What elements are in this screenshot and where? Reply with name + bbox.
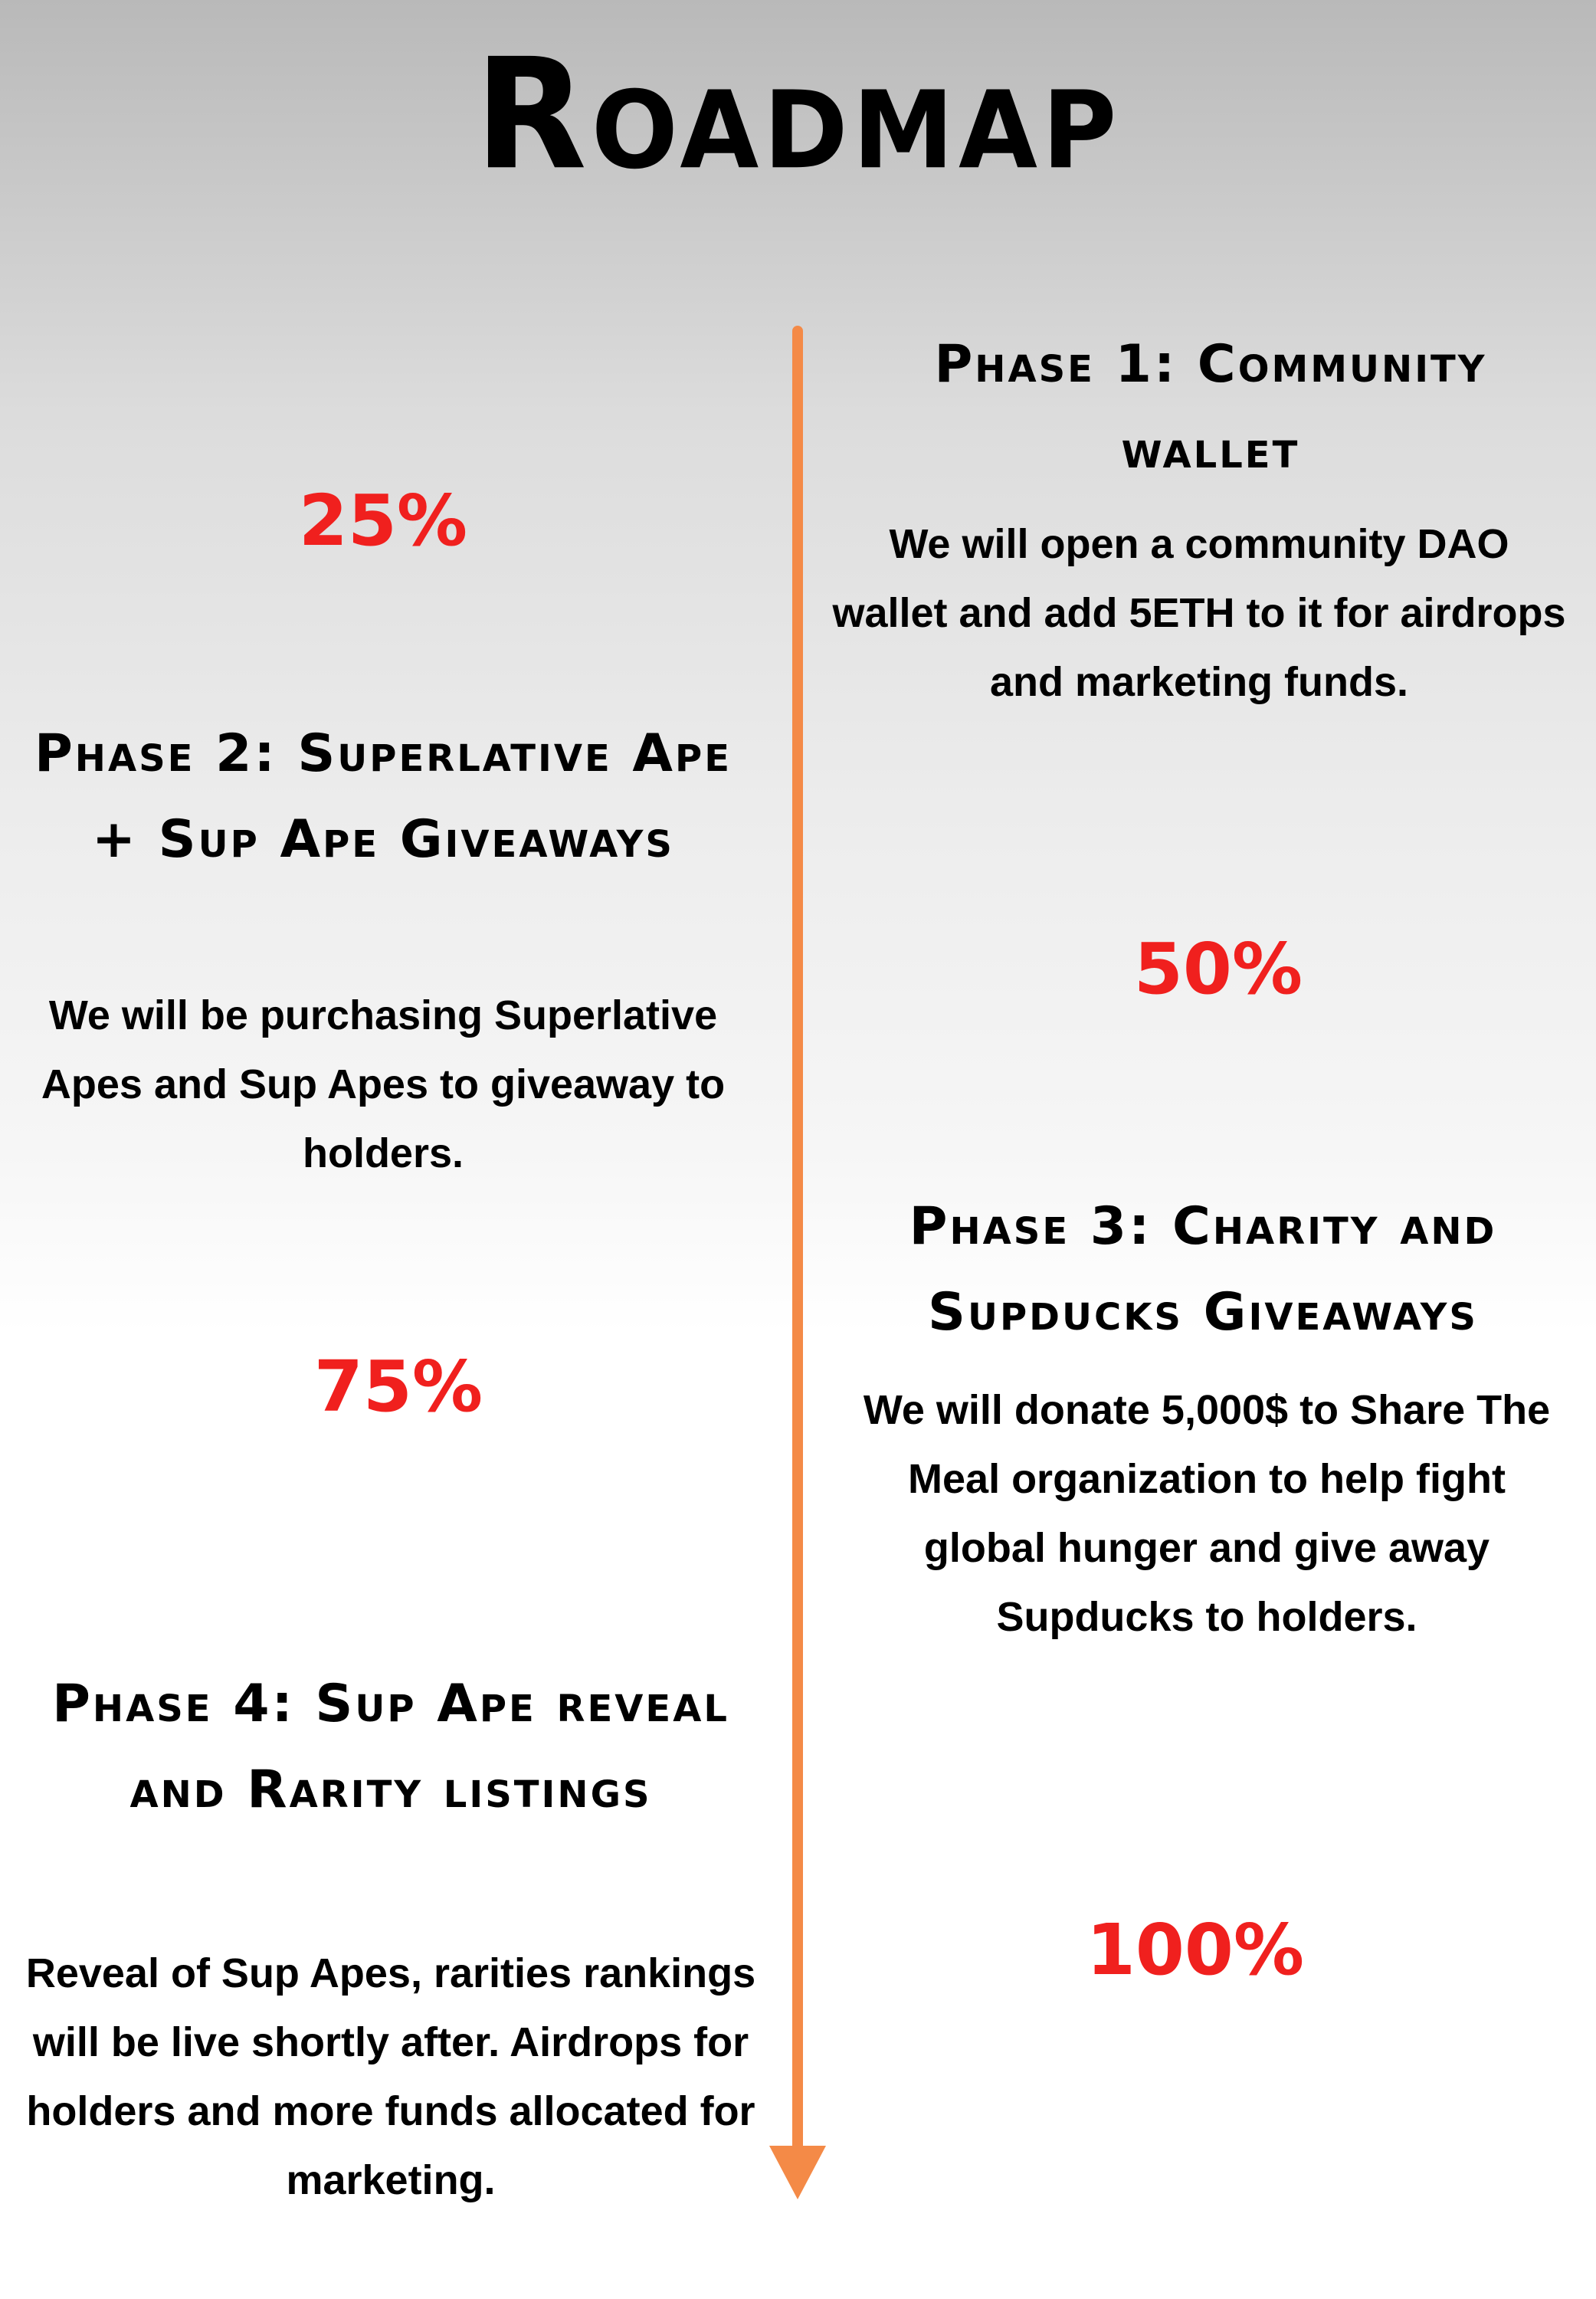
phase-2-heading: Phase 2: Superlative Ape + Sup Ape Givea… xyxy=(34,723,732,870)
phase-1-heading: Phase 1: Community wallet xyxy=(934,334,1487,480)
phase-3-heading: Phase 3: Charity and Supducks Giveaways xyxy=(909,1196,1497,1343)
timeline-line xyxy=(792,326,803,2165)
phase-1-percent: 25% xyxy=(298,480,468,562)
phase-2-percent: 50% xyxy=(1133,928,1303,1010)
phase-4-heading: Phase 4: Sup Ape reveal and Rarity listi… xyxy=(52,1674,729,1820)
phase-4-percent: 100% xyxy=(1086,1909,1305,1991)
page-title: Roadmap xyxy=(474,25,1122,204)
phase-4-description: Reveal of Sup Apes, rarities rankings wi… xyxy=(25,1950,756,2203)
phase-3-percent: 75% xyxy=(313,1346,483,1428)
phase-3-description: We will donate 5,000$ to Share The Meal … xyxy=(863,1387,1551,1640)
arrow-down-icon xyxy=(769,2146,826,2199)
phase-1-description: We will open a community DAO wallet and … xyxy=(832,521,1566,705)
phase-2-description: We will be purchasing Superlative Apes a… xyxy=(41,992,726,1176)
